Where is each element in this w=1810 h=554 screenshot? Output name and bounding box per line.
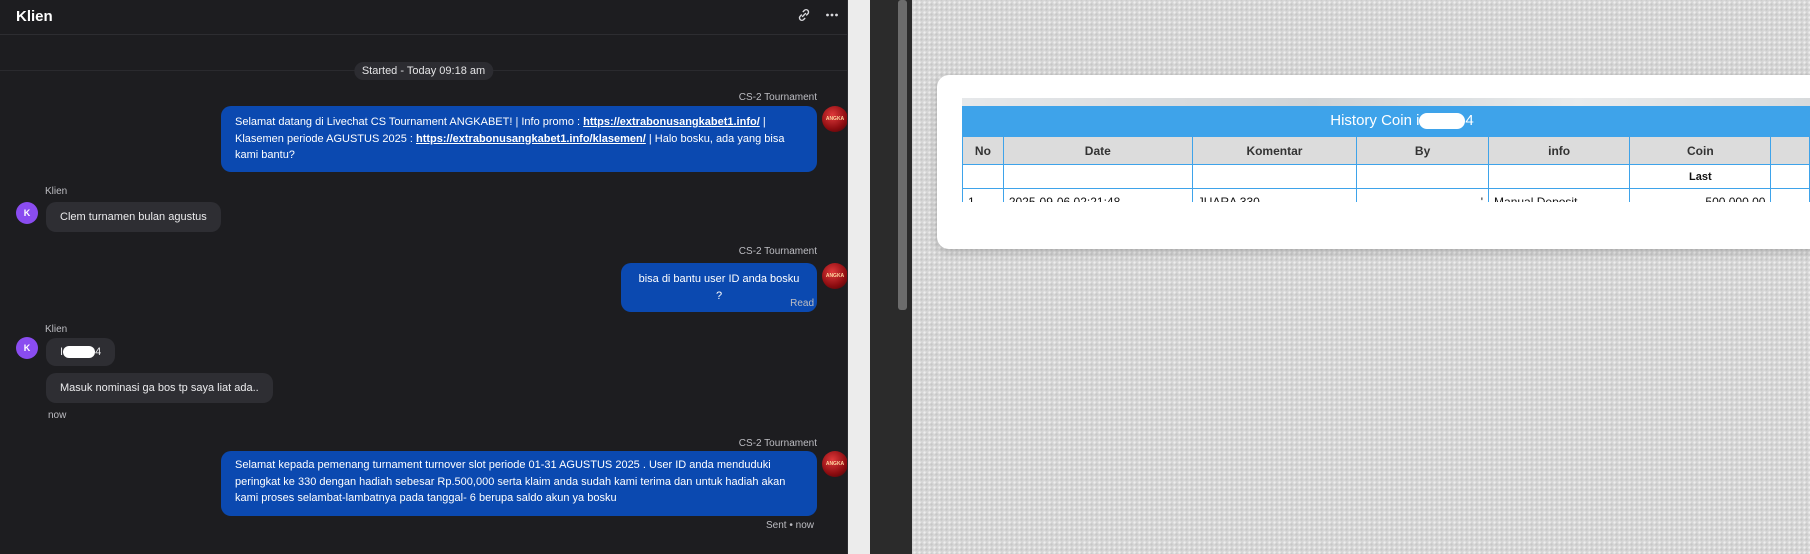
window-gap — [848, 0, 870, 554]
chat-panel: Klien Started - Today 09:18 am CS-2 Tour… — [0, 0, 848, 554]
agent-avatar: ANGKA — [822, 263, 847, 289]
cell-date: 2025-09-06 02:21:48 — [1002, 188, 1193, 202]
client-message-bubble: Masuk nominasi ga bos tp saya liat ada.. — [46, 373, 273, 403]
message-status: Read — [790, 298, 814, 309]
table-cell — [1002, 164, 1193, 189]
column-header-no: No — [962, 136, 1004, 165]
message-text: Selamat datang di Livechat CS Tournament… — [235, 116, 584, 128]
conversation-start-badge: Started - Today 09:18 am — [353, 62, 494, 80]
chat-messages[interactable]: Started - Today 09:18 am CS-2 Tournament… — [0, 35, 847, 554]
chat-header: Klien — [0, 0, 847, 35]
message-sender: Klien — [45, 324, 68, 335]
column-header-by: By — [1356, 136, 1490, 165]
client-avatar: K — [16, 337, 38, 359]
link-icon[interactable] — [797, 8, 811, 26]
decorative-banner — [962, 98, 1810, 106]
agent-avatar: ANGKA — [822, 106, 847, 132]
agent-message-bubble: bisa di bantu user ID anda bosku ? — [621, 263, 817, 312]
client-avatar: K — [16, 202, 38, 224]
agent-message-bubble: Selamat datang di Livechat CS Tournament… — [221, 106, 817, 172]
redacted-text — [1419, 113, 1466, 130]
column-header-info: info — [1488, 136, 1631, 165]
table-row: 1 2025-09-06 02:21:48 JUARA 330 ' Manual… — [962, 188, 1810, 202]
more-options-icon[interactable] — [825, 8, 839, 26]
message-sender: Klien — [45, 186, 68, 197]
table-cell — [1191, 164, 1358, 189]
agent-avatar: ANGKA — [822, 451, 847, 477]
cell-no: 1 — [962, 188, 1004, 202]
title-text: 4 — [1465, 112, 1474, 129]
column-header-coin: Coin — [1629, 136, 1772, 165]
klasemen-link[interactable]: https://extrabonusangkabet1.info/klaseme… — [416, 133, 646, 145]
client-message-bubble: I4 — [46, 338, 116, 367]
cell-by: ' — [1356, 188, 1490, 202]
message-text: 4 — [95, 346, 102, 358]
message-sender: CS-2 Tournament — [738, 92, 817, 103]
table-subheader-row: Last — [962, 164, 1810, 189]
message-status: Sent • now — [766, 520, 814, 531]
column-header-extra — [1770, 136, 1810, 165]
client-message-bubble: Clem turnamen bulan agustus — [46, 202, 221, 232]
promo-link[interactable]: https://extrabonusangkabet1.info/ — [583, 116, 760, 128]
cell-coin: 500,000.00 — [1629, 188, 1772, 202]
table-cell — [962, 164, 1004, 189]
history-coin-title: History Coin i 4 — [962, 106, 1810, 136]
scrollbar-thumb[interactable] — [898, 0, 907, 310]
screenshot-viewer: History Coin i 4 No Date Komentar By info… — [912, 0, 1810, 554]
chat-title: Klien — [16, 8, 53, 25]
history-table-container: History Coin i 4 No Date Komentar By info… — [962, 98, 1810, 202]
history-coin-table: No Date Komentar By info Coin Last 1 202… — [962, 136, 1810, 202]
message-time: now — [48, 410, 67, 421]
history-coin-card: History Coin i 4 No Date Komentar By info… — [937, 75, 1810, 249]
column-header-komentar: Komentar — [1191, 136, 1358, 165]
message-sender: CS-2 Tournament — [738, 438, 817, 449]
table-cell — [1770, 164, 1810, 189]
cell-komentar: JUARA 330 — [1191, 188, 1358, 202]
message-sender: CS-2 Tournament — [738, 246, 817, 257]
table-cell — [1770, 188, 1810, 202]
agent-message-bubble: Selamat kepada pemenang turnament turnov… — [221, 451, 817, 516]
table-header-row: No Date Komentar By info Coin — [962, 136, 1810, 165]
cell-info: Manual Deposit — [1488, 188, 1631, 202]
redacted-text — [63, 346, 96, 359]
column-header-date: Date — [1002, 136, 1193, 165]
title-text: History Coin i — [1330, 112, 1420, 129]
table-cell — [1356, 164, 1490, 189]
table-cell — [1488, 164, 1631, 189]
coin-subheader-last: Last — [1629, 164, 1772, 189]
